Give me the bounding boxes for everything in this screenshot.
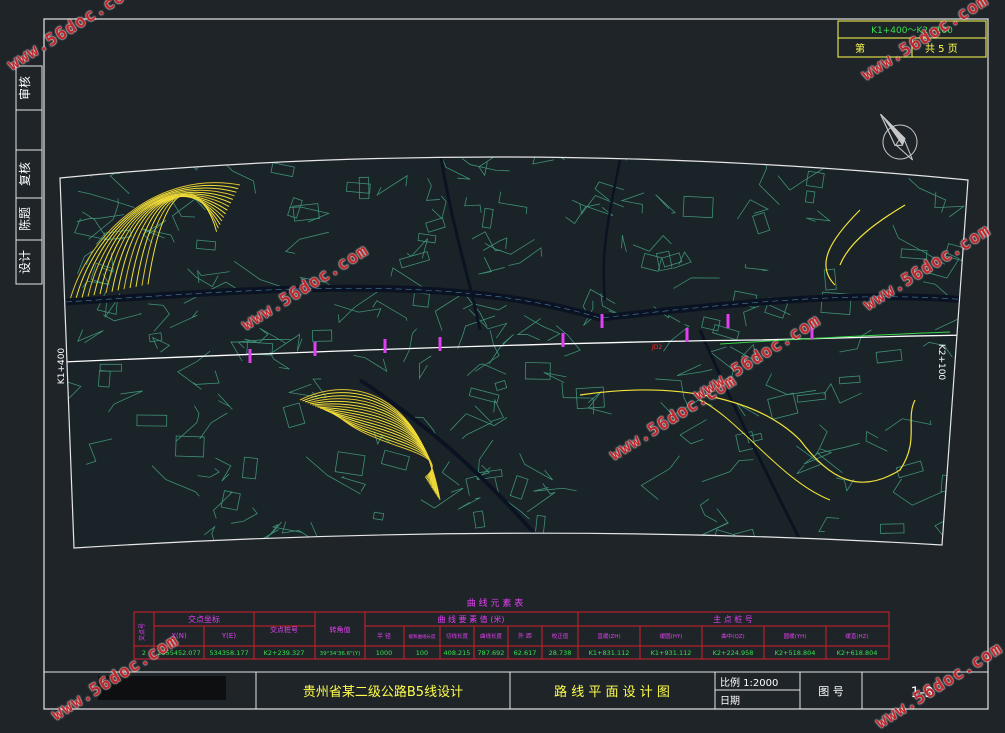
date-label: 日期	[720, 695, 740, 707]
h-hz: 缓直(HZ)	[845, 632, 868, 640]
sig-check: 复核	[18, 162, 32, 186]
stake-start-label: K1+400	[57, 348, 67, 385]
h-external: 外 距	[518, 632, 532, 640]
v-tangent: 408.215	[444, 649, 471, 657]
v-spiral: 100	[416, 649, 428, 657]
h-spiral: 缓和曲线长度	[409, 633, 436, 640]
h-radius: 半 径	[377, 632, 391, 640]
h-angle: 转角值	[330, 625, 351, 634]
stake-end-label: K2+100	[936, 344, 946, 381]
v-radius: 1000	[376, 649, 393, 657]
h-station: 交点桩号	[270, 625, 298, 634]
h-yh: 圆缓(YH)	[784, 632, 807, 640]
fig-label: 图 号	[818, 685, 844, 698]
sig-design: 设计	[18, 250, 32, 274]
h-index: 交点号	[138, 623, 146, 641]
drawing-title: 路 线 平 面 设 计 图	[554, 684, 670, 700]
sig-review: 审核	[17, 76, 32, 100]
v-external: 62.617	[514, 649, 537, 657]
scale-label: 比例 1:2000	[720, 676, 778, 689]
sig-title: 陈题	[17, 207, 32, 231]
v-y: 534358.177	[209, 649, 248, 657]
h-qz: 曲中(QZ)	[721, 632, 744, 640]
v-angle: 39°34'36.6"(Y)	[320, 651, 361, 657]
v-hz: K2+618.804	[837, 649, 878, 657]
h-coord-group: 交点坐标	[188, 614, 220, 624]
drawing-sheet: 审核 复核 陈题 设计 K1+400～K2+100 第 共 5 页 JD2 K1…	[0, 0, 1005, 726]
v-yh: K2+518.804	[775, 649, 816, 657]
v-zh: K1+831.112	[589, 649, 630, 657]
v-qz: K2+224.958	[713, 649, 754, 657]
curve-table-title: 曲 线 元 素 表	[467, 597, 523, 609]
topographic-map: JD2	[60, 156, 968, 548]
project-name: 贵州省某二级公路B5线设计	[303, 684, 463, 700]
h-y: Y(E)	[221, 632, 236, 640]
h-elem-group: 曲 线 要 素 值 (米)	[438, 614, 505, 624]
v-curve-len: 787.692	[478, 649, 505, 657]
v-correction: 28.738	[549, 649, 572, 657]
h-curve-len: 曲线长度	[480, 632, 503, 640]
sheet-no: 第	[855, 42, 865, 55]
svg-text:JD2: JD2	[651, 344, 662, 351]
h-zh: 直缓(ZH)	[597, 632, 620, 640]
h-tangent: 切线长度	[446, 632, 469, 640]
h-correction: 校正值	[552, 632, 569, 640]
h-points-group: 主 点 桩 号	[713, 614, 753, 624]
v-station: K2+239.327	[264, 649, 305, 657]
v-hy: K1+931.112	[651, 649, 692, 657]
h-hy: 缓圆(HY)	[660, 632, 683, 640]
